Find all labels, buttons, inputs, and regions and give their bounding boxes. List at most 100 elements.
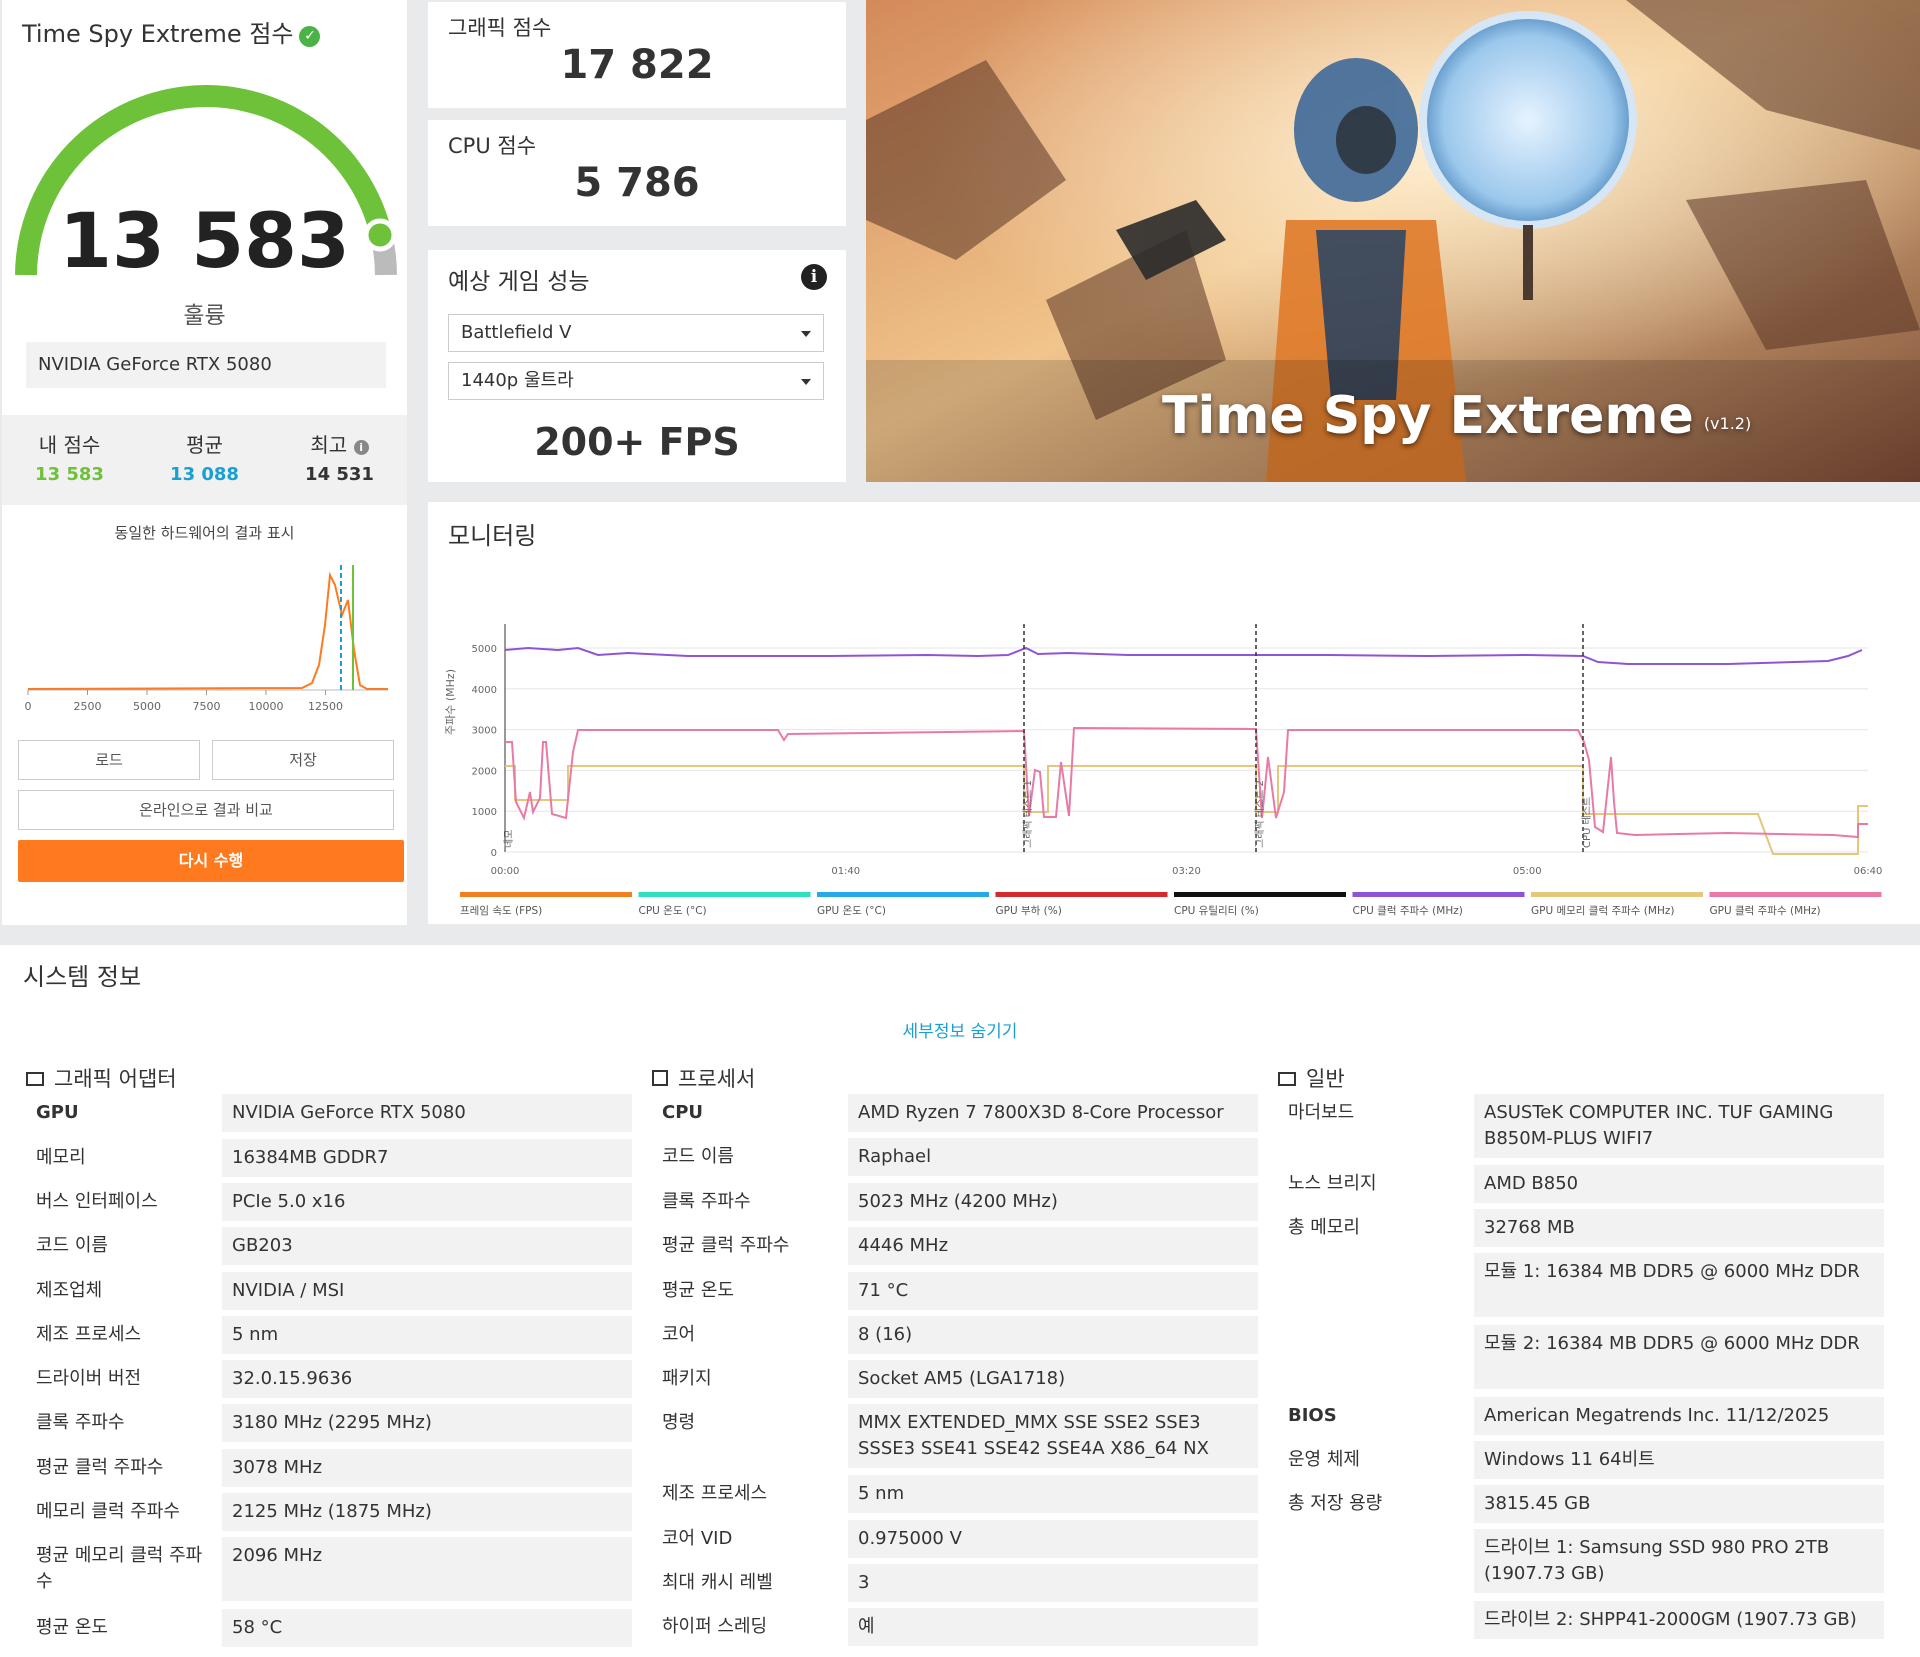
sysinfo-label: 클록 주파수 (36, 1412, 125, 1433)
x-tick-label: 01:40 (831, 866, 860, 877)
graphics-adapter-heading: 그래픽 어댑터 (26, 1063, 177, 1093)
sysinfo-value: PCIe 5.0 x16 (222, 1183, 632, 1221)
legend-label: GPU 클럭 주파수 (MHz) (1710, 905, 1821, 917)
sysinfo-label: 코드 이름 (662, 1146, 734, 1167)
sysinfo-label: 버스 인터페이스 (36, 1191, 158, 1212)
load-button[interactable]: 로드 (18, 740, 200, 780)
chevron-down-icon (801, 331, 811, 337)
best-score-stat: 최고 i 14 531 (305, 433, 374, 485)
sysinfo-label: CPU (662, 1102, 704, 1123)
graphics-score-card: 그래픽 점수 17 822 (428, 2, 846, 108)
sysinfo-label: 코어 VID (662, 1528, 733, 1549)
dist-tick-label: 10000 (249, 700, 284, 713)
sysinfo-value: MMX EXTENDED_MMX SSE SSE2 SSE3 SSSE3 SSE… (848, 1404, 1258, 1468)
sysinfo-label: 평균 클럭 주파수 (662, 1235, 790, 1256)
sysinfo-label: 하이퍼 스레딩 (662, 1616, 768, 1637)
sysinfo-label: 운영 체제 (1288, 1449, 1360, 1470)
dist-tick-label: 0 (25, 700, 32, 713)
gpu-card-icon (26, 1072, 44, 1086)
sysinfo-label: 명령 (662, 1412, 696, 1433)
sysinfo-value: 0.975000 V (848, 1520, 1258, 1558)
sysinfo-value: American Megatrends Inc. 11/12/2025 (1474, 1397, 1884, 1435)
system-info-title: 시스템 정보 (23, 963, 142, 991)
sysinfo-label: 노스 브리지 (1288, 1173, 1377, 1194)
legend-swatch (460, 892, 632, 897)
legend-label: CPU 유틸리티 (%) (1174, 904, 1259, 917)
score-rating: 훌륭 (183, 303, 226, 329)
sysinfo-value: 3180 MHz (2295 MHz) (222, 1404, 632, 1442)
sysinfo-value: 5 nm (222, 1316, 632, 1354)
sysinfo-value: 모듈 2: 16384 MB DDR5 @ 6000 MHz DDR (1474, 1325, 1884, 1389)
game-select[interactable]: Battlefield V (448, 314, 824, 352)
monitoring-title: 모니터링 (448, 522, 537, 550)
magic-orb (1419, 11, 1637, 229)
preset-select[interactable]: 1440p 울트라 (448, 362, 824, 400)
sysinfo-label: 제조 프로세스 (662, 1483, 768, 1504)
compare-online-button[interactable]: 온라인으로 결과 비교 (18, 790, 394, 830)
cpu-score-value: 5 786 (574, 160, 700, 206)
legend-swatch (1531, 892, 1703, 897)
sysinfo-value: 예 (848, 1608, 1258, 1646)
y-axis-label: 주파수 (MHz) (444, 669, 457, 735)
hide-details-link[interactable]: 세부정보 숨기기 (0, 1017, 1920, 1042)
legend-label: GPU 메모리 클럭 주파수 (MHz) (1531, 905, 1674, 917)
sysinfo-value: Socket AM5 (LGA1718) (848, 1360, 1258, 1398)
dist-tick-label: 5000 (133, 700, 161, 713)
sysinfo-label: 코어 (662, 1324, 696, 1345)
sysinfo-label: 제조 프로세스 (36, 1324, 142, 1345)
sysinfo-value: ASUSTeK COMPUTER INC. TUF GAMING B850M-P… (1474, 1094, 1884, 1158)
sysinfo-label: 메모리 (36, 1147, 86, 1168)
save-button[interactable]: 저장 (212, 740, 394, 780)
marker-graphics-test-1: 그래픽 테스트 1 (1022, 780, 1034, 848)
average-score-stat: 평균 13 088 (170, 433, 239, 485)
chevron-down-icon (801, 379, 811, 385)
my-score-stat: 내 점수 13 583 (35, 433, 104, 485)
score-comparison: 내 점수 13 583 평균 13 088 최고 i 14 531 (2, 415, 407, 505)
sysinfo-label: 코드 이름 (36, 1235, 108, 1256)
verified-check-icon: ✓ (299, 26, 321, 47)
y-tick-label: 4000 (472, 685, 497, 696)
sysinfo-label: 메모리 클럭 주파수 (36, 1501, 180, 1522)
sysinfo-value: 58 °C (222, 1609, 632, 1647)
gpu-name-box: NVIDIA GeForce RTX 5080 (26, 342, 386, 388)
dist-tick-label: 2500 (74, 700, 102, 713)
sysinfo-value: 71 °C (848, 1272, 1258, 1310)
sysinfo-value: GB203 (222, 1227, 632, 1265)
sysinfo-label: 제조업체 (36, 1280, 103, 1301)
processor-heading: 프로세서 (652, 1063, 755, 1093)
x-tick-label: 00:00 (491, 866, 520, 877)
sysinfo-label: 최대 캐시 레벨 (662, 1572, 773, 1593)
sysinfo-value: 모듈 1: 16384 MB DDR5 @ 6000 MHz DDR (1474, 1253, 1884, 1317)
sysinfo-value: 3815.45 GB (1474, 1485, 1884, 1523)
info-icon[interactable]: i (353, 440, 369, 455)
overall-score: 13 583 (59, 196, 350, 285)
sysinfo-value: 16384MB GDDR7 (222, 1139, 632, 1177)
x-tick-label: 03:20 (1172, 866, 1201, 877)
sysinfo-label: 평균 온도 (662, 1280, 734, 1301)
sysinfo-label: 마더보드 (1288, 1102, 1355, 1123)
info-icon[interactable]: i (801, 264, 827, 290)
rerun-button[interactable]: 다시 수행 (18, 840, 404, 882)
monitoring-chart: 0 1000 2000 3000 4000 5000 00:00 01:40 03:20 05:0… (444, 624, 1882, 917)
graphics-score-value: 17 822 (560, 42, 714, 88)
dist-tick-label: 7500 (193, 700, 221, 713)
sysinfo-value: AMD Ryzen 7 7800X3D 8-Core Processor (848, 1094, 1258, 1132)
sysinfo-label: BIOS (1288, 1405, 1337, 1426)
sysinfo-value: 4446 MHz (848, 1227, 1258, 1265)
x-tick-label: 05:00 (1513, 866, 1542, 877)
sysinfo-value: 3078 MHz (222, 1449, 632, 1487)
sysinfo-value: 32.0.15.9636 (222, 1360, 632, 1398)
legend-label: CPU 클럭 주파수 (MHz) (1353, 905, 1463, 917)
hero-version: (v1.2) (1703, 414, 1752, 433)
sysinfo-value: 8 (16) (848, 1316, 1258, 1354)
y-tick-label: 1000 (472, 807, 497, 818)
estimated-fps: 200+ FPS (534, 420, 740, 464)
gpu-clock-series (505, 726, 1868, 839)
legend-swatch (817, 892, 989, 897)
system-info-panel: 시스템 정보 세부정보 숨기기 그래픽 어댑터 프로세서 일반 GPU NVIDI… (0, 945, 1920, 1657)
sysinfo-value: AMD B850 (1474, 1165, 1884, 1203)
sysinfo-value: 드라이브 1: Samsung SSD 980 PRO 2TB (1907.73… (1474, 1529, 1884, 1593)
legend-label: CPU 온도 (°C) (639, 905, 707, 917)
dist-tick-label: 12500 (308, 700, 343, 713)
sysinfo-value: Windows 11 64비트 (1474, 1441, 1884, 1479)
